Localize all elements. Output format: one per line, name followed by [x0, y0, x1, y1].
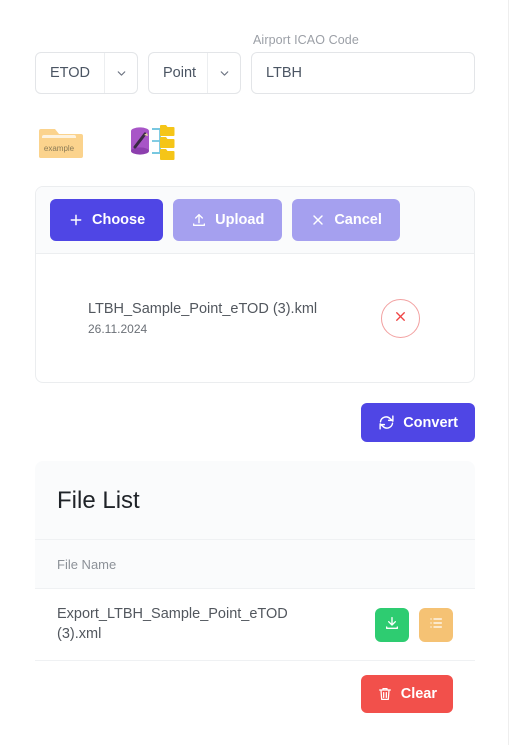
staged-file-meta: LTBH_Sample_Point_eTOD (3).kml 26.11.202…	[88, 300, 317, 336]
remove-file-button[interactable]	[381, 298, 420, 338]
dataset-select[interactable]: ETOD	[35, 52, 138, 94]
file-list-title: File List	[57, 487, 140, 514]
convert-button[interactable]: Convert	[361, 403, 475, 442]
geometry-select[interactable]: Point	[148, 52, 241, 94]
list-lines-icon	[428, 615, 444, 634]
upload-card: Choose Upload Cancel LTBH_Sample_Point_e…	[35, 186, 475, 383]
file-list-card: File List File Name Export_LTBH_Sample_P…	[35, 461, 475, 730]
download-icon	[384, 615, 400, 634]
staged-file-row: LTBH_Sample_Point_eTOD (3).kml 26.11.202…	[36, 254, 474, 382]
convert-button-label: Convert	[403, 414, 458, 431]
close-x-icon	[393, 309, 408, 327]
svg-text:example: example	[44, 144, 75, 153]
dataset-select-value: ETOD	[50, 65, 91, 81]
close-x-icon	[310, 212, 326, 228]
upload-button-label: Upload	[215, 212, 265, 228]
choose-button[interactable]: Choose	[50, 199, 164, 241]
cancel-button[interactable]: Cancel	[292, 199, 400, 241]
file-list-column-header: File Name	[35, 540, 475, 589]
plus-icon	[68, 212, 84, 228]
top-controls: ETOD Point Airport ICAO Code	[35, 33, 475, 94]
app-page: ETOD Point Airport ICAO Code example	[0, 0, 509, 745]
file-list-footer: Clear	[35, 661, 475, 730]
file-list-header: File List	[35, 461, 475, 540]
row-actions	[375, 607, 453, 642]
cancel-button-label: Cancel	[334, 212, 382, 228]
row-file-name: Export_LTBH_Sample_Point_eTOD (3).xml	[57, 606, 288, 642]
sync-refresh-icon	[378, 414, 395, 431]
chevron-down-icon	[104, 53, 137, 93]
chevron-down-icon	[207, 53, 240, 93]
clear-button[interactable]: Clear	[360, 675, 453, 714]
upload-button[interactable]: Upload	[173, 199, 283, 241]
geometry-select-value: Point	[163, 65, 197, 81]
trash-icon	[377, 686, 393, 702]
table-row: Export_LTBH_Sample_Point_eTOD (3).xml	[35, 589, 475, 662]
column-file-name: File Name	[57, 557, 117, 572]
download-button[interactable]	[375, 607, 409, 642]
icao-input[interactable]	[251, 52, 475, 94]
details-list-button[interactable]	[419, 607, 453, 642]
staged-file-date: 26.11.2024	[88, 321, 148, 336]
icao-field: Airport ICAO Code	[251, 33, 475, 94]
example-folder-icon[interactable]: example	[35, 118, 87, 166]
database-to-folders-icon[interactable]	[126, 118, 178, 166]
shortcut-icon-row: example	[35, 118, 178, 166]
convert-row: Convert	[35, 403, 475, 442]
upload-toolbar: Choose Upload Cancel	[36, 187, 474, 254]
clear-button-label: Clear	[400, 686, 437, 703]
icao-label: Airport ICAO Code	[253, 33, 359, 47]
choose-button-label: Choose	[92, 212, 146, 228]
upload-arrow-icon	[191, 212, 207, 228]
staged-file-name: LTBH_Sample_Point_eTOD (3).kml	[88, 301, 318, 318]
